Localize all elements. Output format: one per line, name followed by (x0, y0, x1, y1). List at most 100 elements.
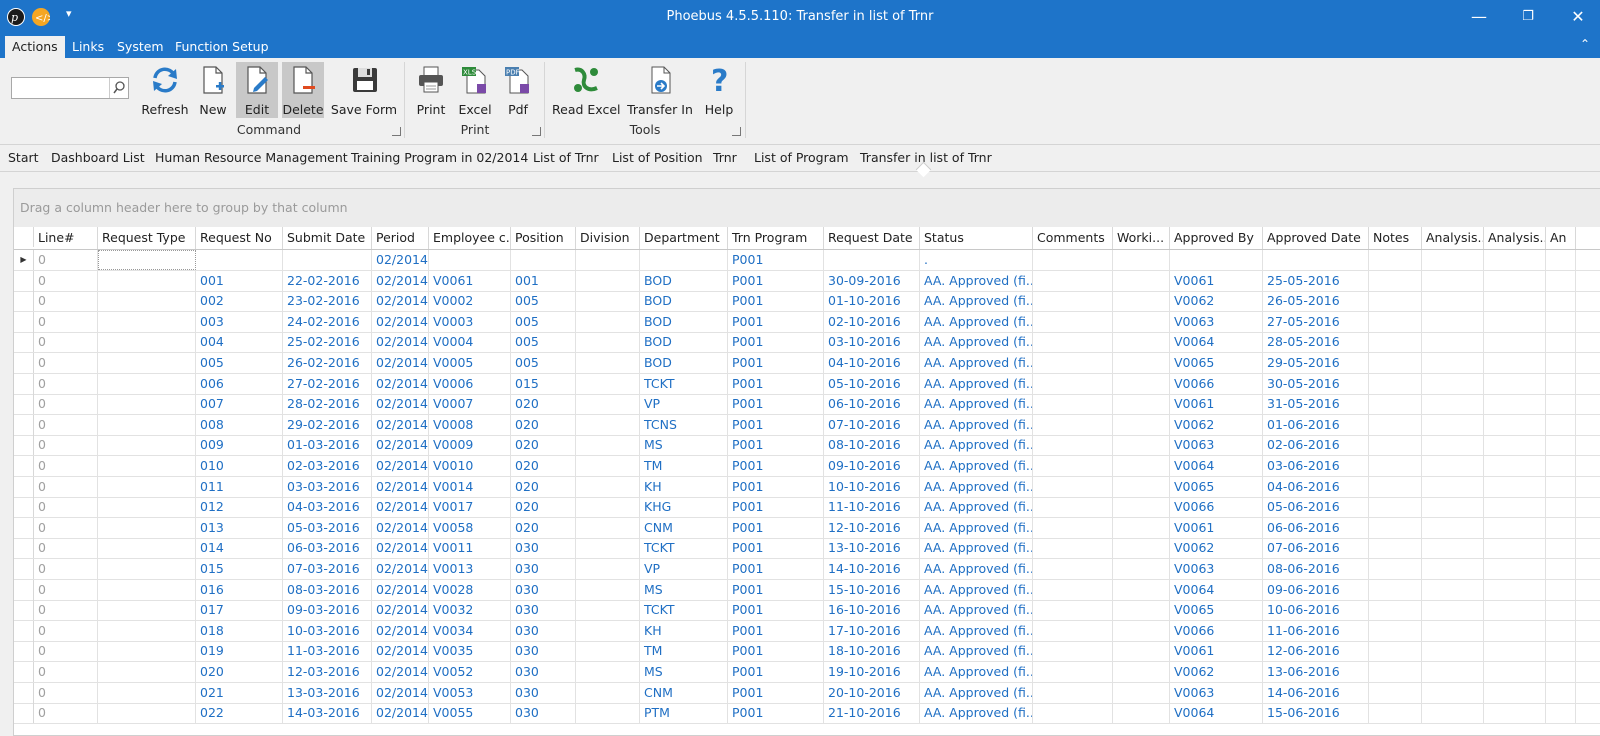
cell-comments[interactable] (1033, 559, 1113, 579)
cell-position[interactable]: 030 (511, 559, 576, 579)
cell-approved-by[interactable] (1170, 250, 1263, 270)
cell-analysis[interactable] (1422, 332, 1484, 352)
cell-comments[interactable] (1033, 477, 1113, 497)
cell-approved-date[interactable]: 09-06-2016 (1263, 580, 1369, 600)
cell-employee-c[interactable]: V0035 (429, 641, 511, 661)
cell-employee-c[interactable]: V0011 (429, 538, 511, 558)
cell-comments[interactable] (1033, 621, 1113, 641)
cell-trn-program[interactable]: P001 (728, 353, 824, 373)
tab-function-setup[interactable]: Function Setup (168, 36, 276, 58)
cell-department[interactable]: BOD (640, 312, 728, 332)
breadcrumb-item-list-of-program[interactable]: List of Program (754, 150, 849, 165)
cell-an[interactable] (1546, 456, 1576, 476)
cell-department[interactable]: TCKT (640, 538, 728, 558)
cell-approved-by[interactable]: V0064 (1170, 456, 1263, 476)
column-header-submit-date[interactable]: Submit Date (283, 227, 372, 249)
cell-trn-program[interactable]: P001 (728, 374, 824, 394)
cell-an[interactable] (1546, 394, 1576, 414)
column-header-an[interactable]: An (1546, 227, 1576, 249)
cell-notes[interactable] (1369, 538, 1422, 558)
cell-approved-by[interactable]: V0066 (1170, 497, 1263, 517)
cell-status[interactable]: AA. Approved (fi... (920, 415, 1033, 435)
cell-comments[interactable] (1033, 497, 1113, 517)
cell-submit-date[interactable] (283, 250, 372, 270)
cell-analysis[interactable] (1484, 477, 1546, 497)
cell-employee-c[interactable]: V0005 (429, 353, 511, 373)
cell-division[interactable] (576, 374, 640, 394)
cell-department[interactable]: TM (640, 641, 728, 661)
cell-notes[interactable] (1369, 435, 1422, 455)
breadcrumb-item-trnr[interactable]: Trnr (713, 150, 737, 165)
cell-request-no[interactable]: 007 (196, 394, 283, 414)
tools-group-launcher-icon[interactable] (732, 127, 741, 136)
cell-analysis[interactable] (1484, 374, 1546, 394)
cell-line[interactable]: 0 (34, 312, 98, 332)
cell-request-type[interactable] (98, 559, 196, 579)
cell-trn-program[interactable]: P001 (728, 538, 824, 558)
cell-analysis[interactable] (1484, 456, 1546, 476)
cell-request-no[interactable] (196, 250, 283, 270)
current-row-indicator-icon[interactable]: ▶ (14, 250, 34, 270)
column-header-worki[interactable]: Worki... (1113, 227, 1170, 249)
restore-button[interactable]: ❐ (1516, 6, 1540, 28)
column-header-status[interactable]: Status (920, 227, 1033, 249)
cell-department[interactable]: BOD (640, 271, 728, 291)
cell-notes[interactable] (1369, 332, 1422, 352)
table-row[interactable]: 0 004 25-02-2016 02/2014 V0004 005 BOD P001 03-1… (14, 332, 1600, 353)
cell-status[interactable]: AA. Approved (fi... (920, 374, 1033, 394)
column-header-notes[interactable]: Notes (1369, 227, 1422, 249)
table-row[interactable]: 0 001 22-02-2016 02/2014 V0061 001 BOD P001 30-0… (14, 271, 1600, 292)
cell-status[interactable]: AA. Approved (fi... (920, 518, 1033, 538)
cell-worki[interactable] (1113, 312, 1170, 332)
cell-trn-program[interactable]: P001 (728, 662, 824, 682)
row-indicator[interactable] (14, 456, 34, 476)
cell-request-date[interactable] (824, 250, 920, 270)
cell-analysis[interactable] (1422, 374, 1484, 394)
cell-analysis[interactable] (1484, 271, 1546, 291)
cell-comments[interactable] (1033, 353, 1113, 373)
column-header-trn-program[interactable]: Trn Program (728, 227, 824, 249)
cell-department[interactable]: TCKT (640, 374, 728, 394)
cell-position[interactable]: 020 (511, 497, 576, 517)
cell-submit-date[interactable]: 09-03-2016 (283, 600, 372, 620)
cell-request-type[interactable] (98, 600, 196, 620)
row-indicator[interactable] (14, 312, 34, 332)
cell-worki[interactable] (1113, 394, 1170, 414)
cell-worki[interactable] (1113, 683, 1170, 703)
cell-division[interactable] (576, 641, 640, 661)
cell-comments[interactable] (1033, 250, 1113, 270)
cell-division[interactable] (576, 250, 640, 270)
cell-department[interactable]: TM (640, 456, 728, 476)
cell-analysis[interactable] (1484, 435, 1546, 455)
cell-trn-program[interactable]: P001 (728, 271, 824, 291)
cell-request-date[interactable]: 05-10-2016 (824, 374, 920, 394)
cell-department[interactable]: CNM (640, 683, 728, 703)
cell-period[interactable]: 02/2014 (372, 332, 429, 352)
cell-request-no[interactable]: 003 (196, 312, 283, 332)
cell-line[interactable]: 0 (34, 497, 98, 517)
cell-request-date[interactable]: 01-10-2016 (824, 291, 920, 311)
cell-worki[interactable] (1113, 641, 1170, 661)
cell-request-date[interactable]: 30-09-2016 (824, 271, 920, 291)
column-header-position[interactable]: Position (511, 227, 576, 249)
cell-request-date[interactable]: 17-10-2016 (824, 621, 920, 641)
cell-department[interactable]: MS (640, 662, 728, 682)
cell-approved-by[interactable]: V0066 (1170, 374, 1263, 394)
cell-period[interactable]: 02/2014 (372, 559, 429, 579)
search-icon[interactable] (109, 78, 128, 98)
cell-analysis[interactable] (1484, 621, 1546, 641)
column-header-line[interactable]: Line# (34, 227, 98, 249)
cell-submit-date[interactable]: 12-03-2016 (283, 662, 372, 682)
cell-submit-date[interactable]: 10-03-2016 (283, 621, 372, 641)
cell-division[interactable] (576, 683, 640, 703)
cell-period[interactable]: 02/2014 (372, 600, 429, 620)
cell-notes[interactable] (1369, 518, 1422, 538)
cell-period[interactable]: 02/2014 (372, 271, 429, 291)
cell-status[interactable]: AA. Approved (fi... (920, 662, 1033, 682)
column-header-approved-date[interactable]: Approved Date (1263, 227, 1369, 249)
cell-approved-date[interactable]: 02-06-2016 (1263, 435, 1369, 455)
cell-approved-date[interactable]: 10-06-2016 (1263, 600, 1369, 620)
cell-analysis[interactable] (1422, 415, 1484, 435)
cell-worki[interactable] (1113, 497, 1170, 517)
cell-status[interactable]: AA. Approved (fi... (920, 271, 1033, 291)
